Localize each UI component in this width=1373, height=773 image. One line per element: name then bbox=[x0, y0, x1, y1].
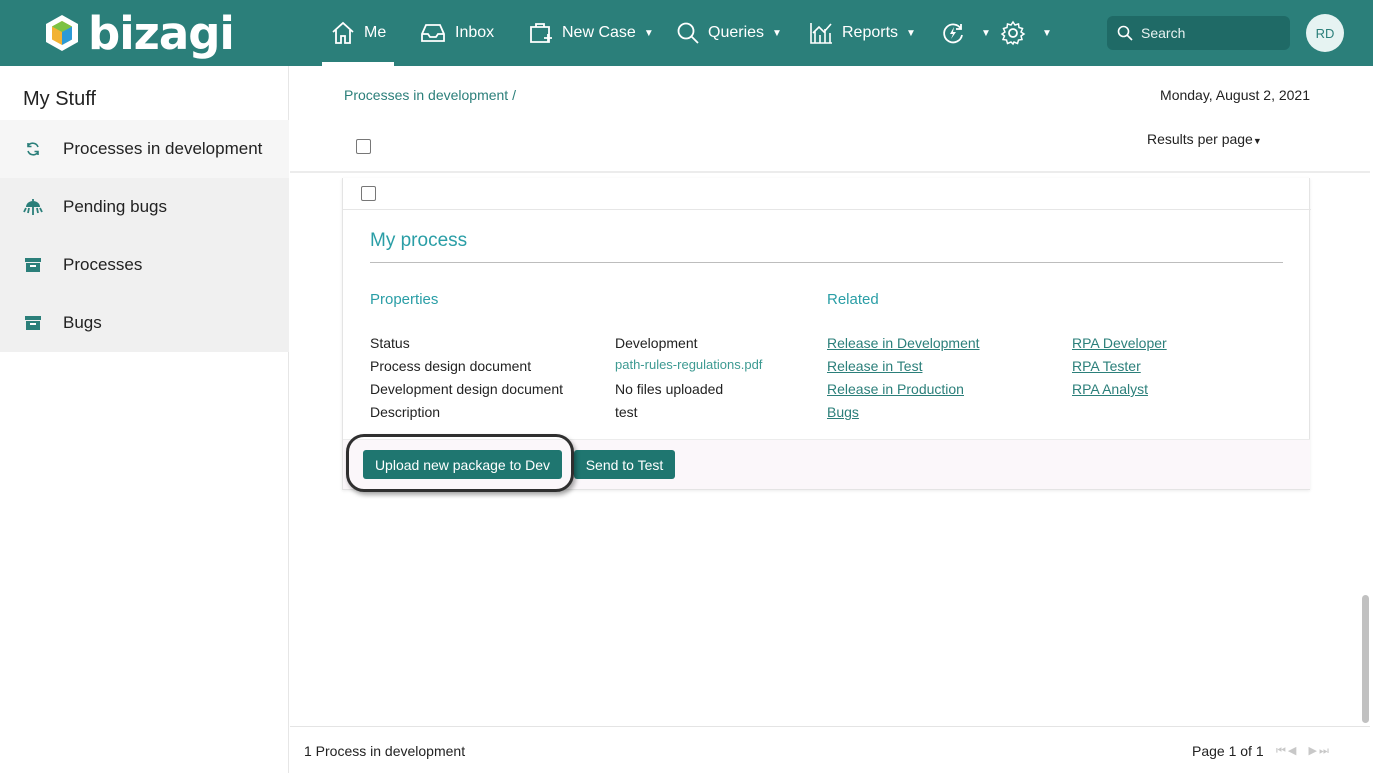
link-release-in-production[interactable]: Release in Production bbox=[827, 381, 964, 397]
last-page-icon[interactable]: ⏭ bbox=[1319, 745, 1331, 757]
process-select-checkbox[interactable] bbox=[361, 186, 376, 201]
process-design-document-label: Process design document bbox=[370, 358, 532, 374]
results-per-page-label: Results per page bbox=[1147, 131, 1253, 147]
description-value: test bbox=[615, 404, 638, 420]
properties-heading: Properties bbox=[370, 291, 439, 308]
sidebar-item-label: Bugs bbox=[63, 313, 102, 332]
footer-divider bbox=[290, 726, 1370, 727]
next-page-icon[interactable]: ▶ bbox=[1309, 745, 1319, 757]
search-box[interactable] bbox=[1107, 16, 1290, 50]
sidebar-item-label: Processes bbox=[63, 255, 143, 274]
home-icon bbox=[332, 21, 354, 44]
sidebar-item-processes-in-development[interactable]: Processes in development bbox=[0, 120, 289, 178]
chevron-down-icon: ▼ bbox=[643, 27, 654, 39]
search-icon bbox=[677, 22, 699, 44]
reports-icon bbox=[810, 23, 832, 44]
link-rpa-analyst[interactable]: RPA Analyst bbox=[1072, 381, 1148, 397]
sidebar-item-label: Pending bugs bbox=[63, 197, 167, 216]
chevron-down-icon: ▼ bbox=[906, 27, 916, 39]
sidebar-item-label: Processes in development bbox=[63, 139, 263, 158]
nav-settings[interactable]: ▼ bbox=[1000, 0, 1052, 66]
sidebar-item-bugs[interactable]: Bugs bbox=[0, 294, 289, 352]
nav-reports[interactable]: Reports ▼ bbox=[808, 0, 916, 66]
sidebar-item-pending-bugs[interactable]: Pending bugs bbox=[0, 178, 289, 236]
nav-queries-label: Queries bbox=[708, 24, 765, 41]
nav-new-case[interactable]: New Case ▼ bbox=[528, 0, 654, 66]
sidebar-item-processes[interactable]: Processes bbox=[0, 236, 289, 294]
results-per-page-dropdown[interactable]: Results per page▼ bbox=[1147, 131, 1262, 147]
breadcrumb[interactable]: Processes in development / bbox=[344, 87, 516, 103]
current-date: Monday, August 2, 2021 bbox=[1160, 87, 1310, 103]
archive-icon bbox=[23, 315, 43, 331]
nav-reports-label: Reports bbox=[842, 24, 899, 41]
lightning-refresh-icon bbox=[943, 23, 963, 44]
bizagi-logo-icon bbox=[46, 15, 78, 51]
nav-new-case-label: New Case bbox=[562, 24, 636, 41]
result-count: 1 Process in development bbox=[304, 743, 466, 759]
link-bugs[interactable]: Bugs bbox=[827, 404, 859, 420]
card-divider bbox=[343, 209, 1311, 210]
sidebar: My Stuff Processes in development Pendin… bbox=[0, 66, 289, 773]
development-design-document-label: Development design document bbox=[370, 381, 564, 397]
title-divider bbox=[370, 262, 1283, 263]
link-rpa-developer[interactable]: RPA Developer bbox=[1072, 335, 1167, 351]
gear-icon bbox=[1000, 20, 1026, 46]
search-input[interactable] bbox=[1141, 25, 1281, 41]
bizagi-logo[interactable]: bizagi bbox=[44, 6, 235, 60]
caret-down-icon: ▼ bbox=[1252, 136, 1262, 146]
pagination-controls[interactable]: ⏮◀ ▶⏭ bbox=[1276, 744, 1331, 758]
page-indicator: Page 1 of 1 bbox=[1192, 743, 1264, 759]
chevron-down-icon: ▼ bbox=[772, 27, 782, 39]
nav-queries[interactable]: Queries ▼ bbox=[676, 0, 782, 66]
search-icon bbox=[1117, 25, 1133, 41]
chevron-down-icon: ▼ bbox=[981, 27, 991, 39]
description-label: Description bbox=[370, 404, 441, 420]
nav-inbox-label: Inbox bbox=[455, 24, 495, 41]
link-rpa-tester[interactable]: RPA Tester bbox=[1072, 358, 1141, 374]
scrollbar[interactable] bbox=[1362, 595, 1369, 723]
first-page-icon[interactable]: ⏮ bbox=[1276, 745, 1288, 757]
select-all-checkbox[interactable] bbox=[356, 139, 371, 154]
bug-icon bbox=[23, 198, 43, 216]
nav-inbox[interactable]: Inbox bbox=[419, 0, 494, 66]
inbox-icon bbox=[421, 24, 445, 42]
related-heading: Related bbox=[827, 291, 879, 308]
nav-me-label: Me bbox=[364, 24, 387, 41]
send-to-test-button[interactable]: Send to Test bbox=[574, 450, 675, 479]
avatar[interactable]: RD bbox=[1306, 14, 1344, 52]
refresh-icon bbox=[23, 141, 43, 157]
status-label: Status bbox=[370, 335, 410, 351]
chevron-down-icon: ▼ bbox=[1042, 27, 1052, 39]
process-title: My process bbox=[370, 230, 468, 251]
status-value: Development bbox=[615, 335, 698, 351]
brand-name: bizagi bbox=[88, 6, 235, 60]
archive-icon bbox=[23, 257, 43, 273]
development-design-document-value: No files uploaded bbox=[615, 381, 724, 397]
link-release-in-test[interactable]: Release in Test bbox=[827, 358, 922, 374]
prev-page-icon[interactable]: ◀ bbox=[1288, 745, 1298, 757]
nav-automation[interactable]: ▼ bbox=[941, 0, 991, 66]
header-divider bbox=[290, 171, 1370, 173]
nav-me[interactable]: Me bbox=[322, 0, 395, 66]
new-case-icon bbox=[530, 23, 552, 43]
link-release-in-development[interactable]: Release in Development bbox=[827, 335, 980, 351]
process-design-document-file[interactable]: path-rules-regulations.pdf bbox=[615, 357, 762, 372]
highlight-outline bbox=[346, 434, 574, 492]
top-navigation-bar: bizagi Me Inbox New Case ▼ Queries ▼ Rep… bbox=[0, 0, 1373, 66]
sidebar-title: My Stuff bbox=[23, 88, 96, 110]
